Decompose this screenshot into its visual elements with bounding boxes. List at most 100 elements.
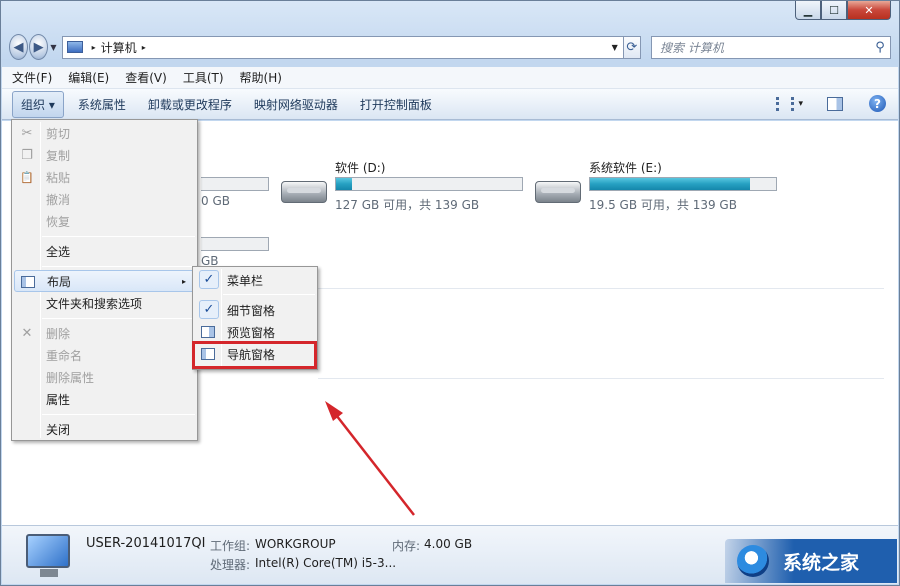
hard-drive-icon bbox=[281, 181, 327, 203]
view-options-dropdown[interactable]: ▾ bbox=[798, 99, 803, 109]
menu-item-details-pane[interactable]: ✓ 细节窗格 bbox=[195, 299, 315, 321]
menu-separator bbox=[223, 294, 315, 295]
menu-item-paste[interactable]: 📋 粘贴 bbox=[14, 166, 195, 188]
refresh-button[interactable]: ⟳ bbox=[623, 35, 641, 59]
menu-item-label: 全选 bbox=[46, 244, 71, 259]
drive-usage-bar bbox=[589, 177, 777, 191]
menu-separator bbox=[42, 236, 195, 237]
copy-icon: ❐ bbox=[21, 147, 33, 163]
menu-item-label: 细节窗格 bbox=[227, 303, 276, 318]
menu-item-redo[interactable]: 恢复 bbox=[14, 210, 195, 232]
command-bar: 组织 ▾ 系统属性 卸载或更改程序 映射网络驱动器 打开控制面板 ▾ ? bbox=[2, 89, 898, 120]
drive-usage-fill bbox=[336, 178, 352, 190]
menu-item-select-all[interactable]: 全选 bbox=[14, 240, 195, 262]
preview-pane-icon bbox=[200, 325, 216, 339]
map-network-drive-button[interactable]: 映射网络驱动器 bbox=[246, 92, 346, 117]
menu-item-close[interactable]: 关闭 bbox=[14, 418, 195, 440]
menu-item-copy[interactable]: ❐ 复制 bbox=[14, 144, 195, 166]
watermark-logo-icon bbox=[737, 545, 769, 577]
menu-file[interactable]: 文件(F) bbox=[12, 69, 52, 86]
search-input[interactable]: 搜索 计算机 ⚲ bbox=[651, 35, 891, 59]
memory-label: 内存: bbox=[392, 539, 421, 553]
menu-item-label: 重命名 bbox=[46, 348, 83, 363]
group-divider bbox=[318, 288, 884, 289]
menu-item-menubar[interactable]: ✓ 菜单栏 bbox=[195, 269, 315, 291]
back-button[interactable]: ◀ bbox=[9, 34, 29, 60]
menu-item-preview-pane[interactable]: 预览窗格 bbox=[195, 321, 315, 343]
menu-separator bbox=[42, 266, 195, 267]
layout-icon bbox=[20, 275, 36, 289]
menu-item-delete[interactable]: ✕ 删除 bbox=[14, 322, 195, 344]
computer-icon bbox=[66, 41, 83, 53]
drive-usage-fill bbox=[590, 178, 750, 190]
uninstall-program-button[interactable]: 卸载或更改程序 bbox=[140, 92, 240, 117]
menu-item-label: 菜单栏 bbox=[227, 273, 264, 288]
menu-item-undo[interactable]: 撤消 bbox=[14, 188, 195, 210]
menu-view[interactable]: 查看(V) bbox=[125, 69, 167, 86]
drive-c-free-text: 0 GB bbox=[201, 194, 230, 208]
menu-item-label: 删除 bbox=[46, 326, 71, 341]
organize-button[interactable]: 组织 ▾ bbox=[12, 90, 64, 118]
menu-item-label: 属性 bbox=[46, 392, 71, 407]
open-control-panel-button[interactable]: 打开控制面板 bbox=[352, 92, 440, 117]
preview-pane-icon[interactable] bbox=[827, 96, 843, 111]
address-bar[interactable]: ▸ 计算机 ▸ ▼ bbox=[61, 35, 624, 59]
menu-item-label: 布局 bbox=[47, 274, 72, 289]
breadcrumb-computer[interactable]: 计算机 bbox=[101, 39, 137, 56]
delete-icon: ✕ bbox=[21, 325, 33, 341]
search-icon[interactable]: ⚲ bbox=[870, 40, 890, 55]
menu-item-label: 预览窗格 bbox=[227, 325, 276, 340]
checkmark-icon: ✓ bbox=[199, 300, 219, 319]
menu-item-label: 恢复 bbox=[46, 214, 71, 229]
caption-buttons: ▁ ☐ ✕ bbox=[795, 1, 891, 20]
workgroup-label: 工作组: bbox=[210, 539, 251, 553]
processor-label: 处理器: bbox=[210, 558, 251, 572]
breadcrumb-separator[interactable]: ▸ bbox=[92, 43, 96, 52]
hard-drive-icon bbox=[535, 181, 581, 203]
submenu-arrow-icon: ▸ bbox=[181, 276, 186, 286]
watermark-text: 系统之家 bbox=[783, 551, 860, 574]
menu-bar: 文件(F) 编辑(E) 查看(V) 工具(T) 帮助(H) bbox=[2, 67, 898, 89]
processor-value: Intel(R) Core(TM) i5-3... bbox=[255, 556, 397, 570]
menu-tools[interactable]: 工具(T) bbox=[183, 69, 224, 86]
menu-separator bbox=[42, 318, 195, 319]
menu-item-label: 粘贴 bbox=[46, 170, 71, 185]
drive-name: 软件 (D:) bbox=[335, 161, 386, 175]
address-row: ◀ ▶ ▼ ▸ 计算机 ▸ ▼ ⟳ 搜索 计算机 ⚲ bbox=[9, 34, 891, 60]
menu-item-label: 删除属性 bbox=[46, 370, 95, 385]
maximize-button[interactable]: ☐ bbox=[821, 1, 847, 20]
forward-button[interactable]: ▶ bbox=[29, 34, 49, 60]
checkmark-icon: ✓ bbox=[199, 270, 219, 289]
menu-item-properties[interactable]: 属性 bbox=[14, 388, 195, 410]
menu-item-layout[interactable]: 布局 ▸ bbox=[14, 270, 195, 292]
memory-value: 4.00 GB bbox=[424, 537, 473, 551]
drive-usage-bar bbox=[335, 177, 523, 191]
menu-item-label: 文件夹和搜索选项 bbox=[46, 296, 143, 311]
close-button[interactable]: ✕ bbox=[847, 1, 891, 20]
menu-item-rename[interactable]: 重命名 bbox=[14, 344, 195, 366]
menu-item-label: 剪切 bbox=[46, 126, 71, 141]
explorer-window: ▁ ☐ ✕ ◀ ▶ ▼ ▸ 计算机 ▸ ▼ ⟳ 搜索 计算机 ⚲ 文件(F) 编… bbox=[0, 0, 900, 586]
search-placeholder: 搜索 计算机 bbox=[660, 40, 724, 55]
menu-item-label: 撤消 bbox=[46, 192, 71, 207]
menu-item-cut[interactable]: ✂ 剪切 bbox=[14, 122, 195, 144]
breadcrumb-separator[interactable]: ▸ bbox=[142, 43, 146, 52]
back-arrow-icon: ◀ bbox=[13, 39, 24, 55]
minimize-button[interactable]: ▁ bbox=[795, 1, 821, 20]
menu-help[interactable]: 帮助(H) bbox=[240, 69, 282, 86]
menu-item-remove-properties[interactable]: 删除属性 bbox=[14, 366, 195, 388]
command-bar-right: ▾ ? bbox=[776, 95, 886, 112]
menu-edit[interactable]: 编辑(E) bbox=[68, 69, 109, 86]
drive-c-usage-bar bbox=[201, 177, 269, 191]
computer-icon bbox=[26, 534, 70, 577]
system-properties-button[interactable]: 系统属性 bbox=[70, 92, 134, 117]
address-dropdown[interactable]: ▼ bbox=[607, 43, 623, 52]
change-view-icon[interactable] bbox=[776, 96, 795, 111]
menu-item-folder-options[interactable]: 文件夹和搜索选项 bbox=[14, 292, 195, 314]
scissors-icon: ✂ bbox=[21, 125, 33, 141]
refresh-icon: ⟳ bbox=[626, 39, 638, 55]
help-icon[interactable]: ? bbox=[869, 95, 886, 112]
annotation-highlight-box bbox=[192, 341, 317, 369]
paste-icon: 📋 bbox=[20, 170, 34, 184]
recent-pages-dropdown[interactable]: ▼ bbox=[49, 43, 58, 52]
